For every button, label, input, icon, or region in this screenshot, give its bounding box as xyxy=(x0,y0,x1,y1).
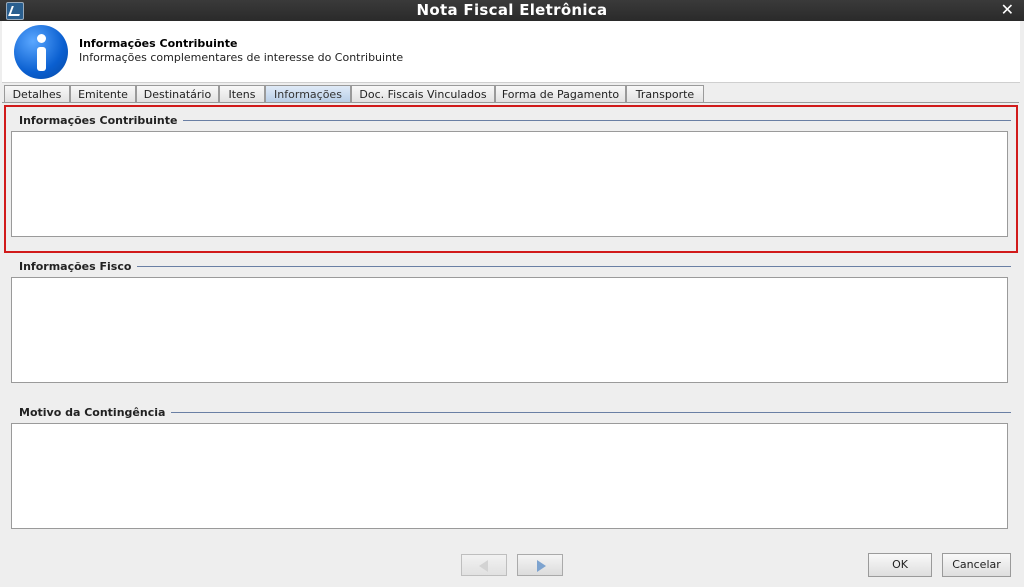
arrow-left-icon xyxy=(479,560,488,572)
header-subtitle: Informações complementares de interesse … xyxy=(79,51,404,64)
section-rule xyxy=(126,266,1011,267)
ok-button[interactable]: OK xyxy=(868,553,932,577)
next-button[interactable] xyxy=(517,554,563,576)
header-title: Informações Contribuinte xyxy=(79,37,238,50)
info-icon xyxy=(14,25,68,79)
previous-button[interactable] xyxy=(461,554,507,576)
tab-destinatario[interactable]: Destinatário xyxy=(136,85,219,102)
section-label: Motivo da Contingência xyxy=(19,406,172,419)
title-bar: Nota Fiscal Eletrônica ✕ xyxy=(0,0,1024,21)
section-label: Informações Fisco xyxy=(19,260,138,273)
header-panel: Informações Contribuinte Informações com… xyxy=(2,21,1020,83)
tab-itens[interactable]: Itens xyxy=(219,85,265,102)
tab-transporte[interactable]: Transporte xyxy=(626,85,704,102)
tab-informacoes[interactable]: Informações xyxy=(265,85,351,102)
informacoes-fisco-textarea[interactable] xyxy=(11,277,1008,383)
tab-forma-de-pagamento[interactable]: Forma de Pagamento xyxy=(495,85,626,102)
cancel-button[interactable]: Cancelar xyxy=(942,553,1011,577)
section-rule xyxy=(156,412,1011,413)
tab-doc-fiscais-vinculados[interactable]: Doc. Fiscais Vinculados xyxy=(351,85,495,102)
focus-highlight xyxy=(4,105,1018,253)
arrow-right-icon xyxy=(537,560,546,572)
dialog-window: Nota Fiscal Eletrônica ✕ Informações Con… xyxy=(0,0,1024,587)
tab-emitente[interactable]: Emitente xyxy=(70,85,136,102)
motivo-contingencia-textarea[interactable] xyxy=(11,423,1008,529)
close-icon[interactable]: ✕ xyxy=(1001,0,1014,19)
window-title: Nota Fiscal Eletrônica xyxy=(416,1,608,19)
tab-detalhes[interactable]: Detalhes xyxy=(4,85,70,102)
